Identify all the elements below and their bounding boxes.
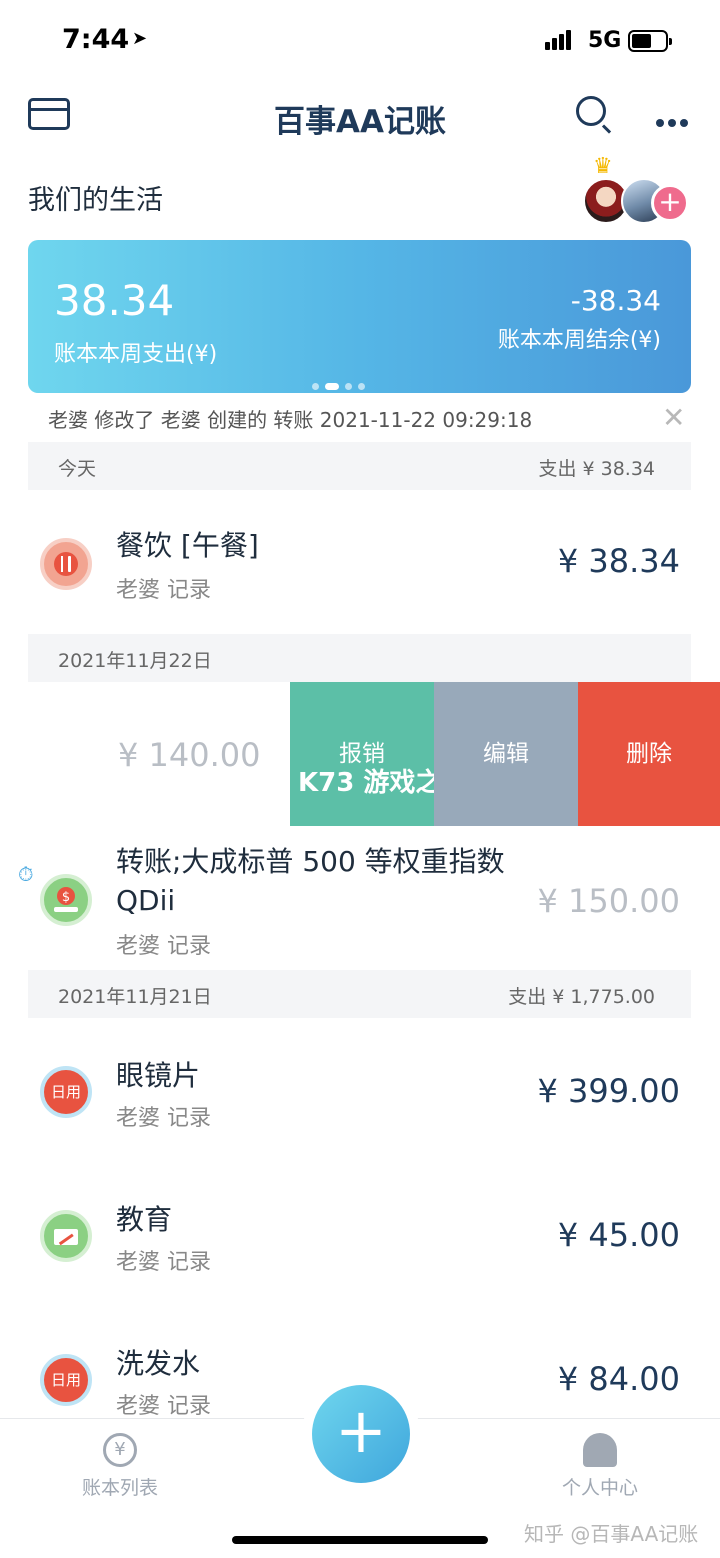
- book-name: 我们的生活: [28, 185, 163, 216]
- entry-title-line1: 转账;大成标普 500 等权重指数: [116, 845, 505, 878]
- list-item[interactable]: 餐饮 [午餐] 老婆 记录 ¥ 38.34: [0, 500, 720, 632]
- close-icon[interactable]: ✕: [662, 404, 685, 432]
- daily-use-label: 日用: [50, 1371, 81, 1389]
- search-icon[interactable]: [576, 96, 606, 126]
- network-type: 5G: [588, 28, 622, 53]
- entry-amount: ¥ 399.00: [537, 1072, 681, 1110]
- section-date: 2021年11月21日: [58, 986, 212, 1008]
- entry-amount: ¥ 140.00: [118, 736, 261, 774]
- battery-icon: [628, 30, 672, 52]
- entry-title-line2: QDii: [116, 884, 176, 917]
- edit-button[interactable]: 编辑: [434, 682, 578, 826]
- watermark: 知乎 @百事AA记账: [524, 1522, 699, 1546]
- activity-notice: 老婆 修改了 老婆 创建的 转账 2021-11-22 09:29:18: [48, 408, 533, 432]
- person-icon: [583, 1433, 617, 1467]
- section-header-today: 今天 支出 ¥ 38.34: [28, 442, 691, 490]
- location-arrow-icon: ➤: [132, 28, 148, 49]
- tab-profile[interactable]: 个人中心: [530, 1433, 670, 1500]
- daily-use-icon: 日用: [40, 1354, 92, 1406]
- entry-amount: ¥ 38.34: [557, 542, 680, 580]
- entry-recorder: 老婆 记录: [116, 934, 211, 959]
- svg-text:$: $: [62, 890, 70, 905]
- crown-icon: ♛: [593, 154, 613, 179]
- entry-recorder: 老婆 记录: [116, 578, 211, 603]
- yen-icon: ¥: [103, 1433, 137, 1467]
- weekly-balance-label: 账本本周结余(¥): [497, 328, 661, 353]
- more-icon[interactable]: [656, 112, 692, 131]
- app-title: 百事AA记账: [274, 104, 446, 140]
- restaurant-icon: [40, 538, 92, 590]
- entry-title: 眼镜片: [116, 1059, 201, 1092]
- page-indicator: [312, 375, 371, 394]
- weekly-balance-amount: -38.34: [570, 284, 661, 317]
- entry-title: 教育: [116, 1203, 173, 1236]
- tab-book-list[interactable]: ¥ 账本列表: [50, 1433, 190, 1500]
- entry-title: 洗发水: [116, 1347, 201, 1380]
- member-avatars[interactable]: ♛ +: [583, 154, 693, 228]
- weekly-expense-amount: 38.34: [54, 276, 175, 325]
- delete-label: 删除: [626, 741, 672, 767]
- entry-amount: ¥ 84.00: [557, 1360, 680, 1398]
- add-entry-button[interactable]: +: [312, 1385, 410, 1483]
- edit-label: 编辑: [483, 741, 529, 767]
- status-bar: 7:44 ➤ 5G: [0, 0, 720, 80]
- entry-recorder: 老婆 记录: [116, 1250, 211, 1275]
- weekly-summary-banner[interactable]: 38.34 账本本周支出(¥) -38.34 账本本周结余(¥): [28, 240, 691, 393]
- nav-bar: 百事AA记账: [0, 80, 720, 152]
- add-member-button[interactable]: +: [651, 184, 689, 222]
- section-header-2021-11-22: 2021年11月22日: [28, 634, 691, 682]
- tab-profile-label: 个人中心: [561, 1477, 638, 1499]
- home-indicator[interactable]: [232, 1536, 488, 1544]
- entry-recorder: 老婆 记录: [116, 1394, 211, 1419]
- section-date: 今天: [58, 458, 97, 480]
- signal-icon: [545, 30, 573, 50]
- entry-amount: ¥ 150.00: [537, 882, 681, 920]
- education-icon: [40, 1210, 92, 1262]
- reimburse-button[interactable]: 报销: [290, 682, 434, 826]
- entry-amount: ¥ 45.00: [557, 1216, 680, 1254]
- list-item[interactable]: 日用 眼镜片 老婆 记录 ¥ 399.00: [0, 1030, 720, 1162]
- money-transfer-icon: $: [40, 874, 92, 926]
- entry-recorder: 老婆 记录: [116, 1106, 211, 1131]
- status-time: 7:44: [62, 24, 130, 55]
- section-summary: 支出 ¥ 38.34: [538, 458, 655, 480]
- daily-use-label: 日用: [50, 1083, 81, 1101]
- tab-book-list-label: 账本列表: [81, 1477, 158, 1499]
- recurring-timer-icon: ⏱: [18, 862, 34, 886]
- list-item[interactable]: ⏱ $ 转账;大成标普 500 等权重指数 QDii 老婆 记录 ¥ 150.0…: [0, 828, 720, 968]
- section-date: 2021年11月22日: [58, 650, 212, 672]
- weekly-expense-label: 账本本周支出(¥): [54, 342, 218, 367]
- delete-button[interactable]: 删除: [578, 682, 720, 826]
- section-summary: 支出 ¥ 1,775.00: [508, 986, 655, 1008]
- daily-use-icon: 日用: [40, 1066, 92, 1118]
- list-item[interactable]: 教育 老婆 记录 ¥ 45.00: [0, 1174, 720, 1306]
- section-header-2021-11-21: 2021年11月21日 支出 ¥ 1,775.00: [28, 970, 691, 1018]
- entry-title: 餐饮 [午餐]: [116, 529, 259, 562]
